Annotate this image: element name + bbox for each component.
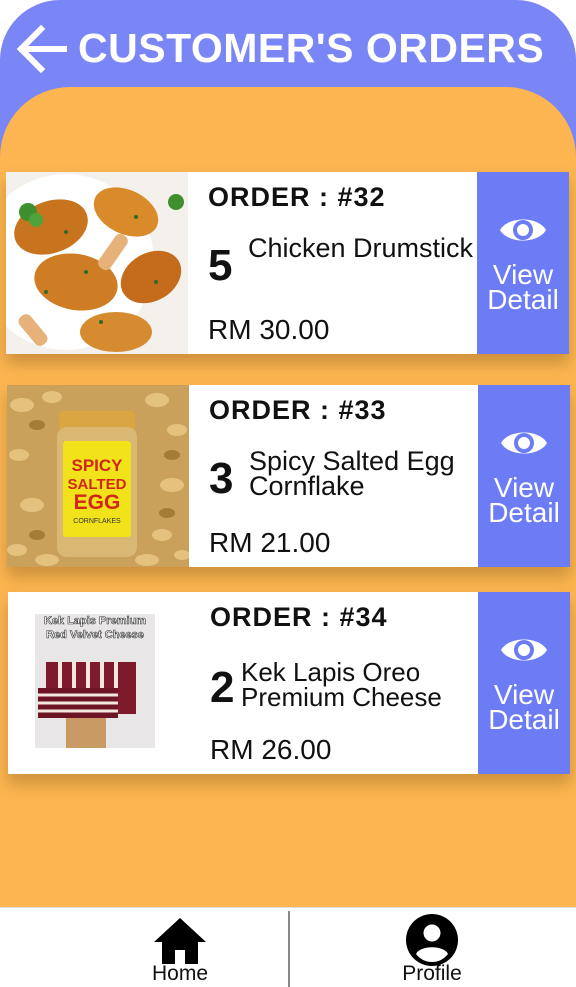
jar-text-cornflakes: CORNFLAKES bbox=[73, 518, 121, 525]
order-number: ORDER : #33 bbox=[209, 395, 387, 425]
arrow-left-icon bbox=[16, 24, 67, 74]
view-detail-button[interactable]: View Detail bbox=[477, 172, 569, 354]
order-price: RM 30.00 bbox=[208, 314, 330, 345]
cake-text-line-2: Red Velvet Cheese bbox=[46, 629, 144, 641]
order-card[interactable]: Kek Lapis Premium Red Velvet Cheese ORDE… bbox=[8, 592, 570, 774]
page-title: CUSTOMER'S ORDERS bbox=[78, 25, 545, 71]
cake-text-line-1: Kek Lapis Premium bbox=[44, 615, 146, 627]
order-price: RM 21.00 bbox=[209, 527, 331, 558]
jar-text-egg: EGG bbox=[74, 491, 121, 514]
view-detail-button[interactable]: View Detail bbox=[478, 592, 570, 774]
order-item-name: Kek Lapis Oreo Premium Cheese bbox=[241, 657, 442, 712]
eye-icon bbox=[501, 432, 547, 454]
order-item-name: Spicy Salted Egg Cornflake bbox=[249, 446, 455, 501]
account-circle-icon bbox=[406, 914, 458, 966]
eye-icon bbox=[501, 639, 547, 661]
order-card[interactable]: SPICY SALTED EGG CORNFLAKES ORDER : #33 … bbox=[7, 385, 570, 567]
bottom-navigation: Home Profile bbox=[0, 907, 576, 987]
nav-divider bbox=[288, 911, 290, 987]
home-icon bbox=[154, 918, 206, 964]
nav-home[interactable]: Home bbox=[100, 908, 260, 987]
view-detail-label: View Detail bbox=[487, 259, 559, 315]
back-button[interactable] bbox=[14, 22, 68, 76]
jar-text-spicy: SPICY bbox=[71, 456, 123, 475]
view-detail-button[interactable]: View Detail bbox=[478, 385, 570, 567]
product-image-chicken-drumstick bbox=[6, 172, 188, 354]
nav-home-label: Home bbox=[151, 962, 209, 985]
view-detail-label: View Detail bbox=[488, 472, 560, 528]
eye-icon bbox=[500, 219, 546, 241]
order-quantity: 5 bbox=[208, 241, 233, 290]
nav-profile-label: Profile bbox=[402, 962, 462, 985]
order-number: ORDER : #34 bbox=[210, 602, 388, 632]
view-detail-label: View Detail bbox=[488, 679, 560, 735]
order-item-name: Chicken Drumstick bbox=[248, 233, 474, 263]
product-image-cornflake-jar: SPICY SALTED EGG CORNFLAKES bbox=[7, 385, 189, 567]
nav-profile[interactable]: Profile bbox=[352, 908, 512, 987]
order-price: RM 26.00 bbox=[210, 734, 332, 765]
order-number: ORDER : #32 bbox=[208, 182, 386, 212]
order-card[interactable]: ORDER : #32 5 Chicken Drumstick RM 30.00… bbox=[6, 172, 569, 354]
order-quantity: 2 bbox=[210, 663, 235, 712]
order-quantity: 3 bbox=[209, 454, 234, 503]
product-image-kek-lapis: Kek Lapis Premium Red Velvet Cheese bbox=[8, 592, 190, 774]
app-screen: CUSTOMER'S ORDERS ORDER: #32 5 Chicken … bbox=[0, 0, 576, 987]
